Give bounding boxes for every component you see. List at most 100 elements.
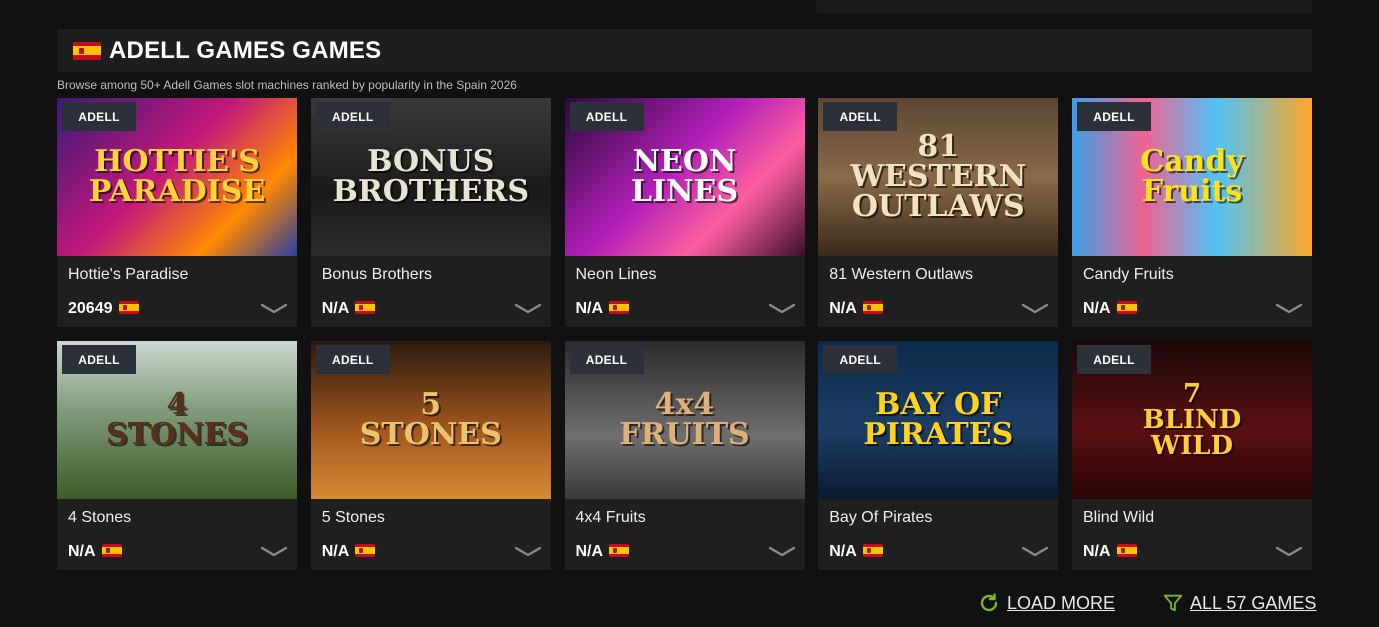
spain-flag-icon [101, 544, 122, 557]
game-thumbnail-art: 4x4 FRUITS [619, 387, 750, 452]
game-card[interactable]: BAY OF PIRATES ADELL Bay Of Pirates N/A [818, 341, 1059, 570]
game-score: N/A [829, 543, 883, 561]
provider-badge: ADELL [1077, 345, 1151, 374]
provider-badge: ADELL [823, 345, 898, 374]
game-thumbnail[interactable]: NEON LINES ADELL [564, 98, 805, 256]
game-card[interactable]: Candy Fruits ADELL Candy Fruits N/A [1072, 98, 1312, 327]
game-card[interactable]: 7 BLIND WILD ADELL Blind Wild N/A [1072, 341, 1312, 570]
game-score: N/A [322, 300, 376, 318]
game-thumbnail-art: 7 BLIND WILD [1142, 379, 1242, 461]
game-score: N/A [1083, 300, 1137, 318]
game-thumbnail-art: BONUS BROTHERS [332, 144, 530, 209]
game-name[interactable]: 4 Stones [68, 509, 131, 527]
spain-flag-icon [1116, 544, 1137, 557]
chevron-down-icon[interactable] [1276, 547, 1302, 557]
game-thumbnail[interactable]: 81 WESTERN OUTLAWS ADELL [818, 98, 1059, 256]
game-score-value: N/A [321, 543, 350, 560]
provider-badge: ADELL [1077, 102, 1151, 131]
game-name[interactable]: Neon Lines [576, 266, 657, 284]
chevron-down-icon[interactable] [1022, 304, 1049, 314]
top-panel-edge [816, 0, 1312, 14]
game-card[interactable]: BONUS BROTHERS ADELL Bonus Brothers N/A [310, 98, 551, 327]
spain-flag-icon [1116, 301, 1137, 314]
game-card[interactable]: 5 STONES ADELL 5 Stones N/A [310, 341, 551, 570]
all-games-label: ALL 57 GAMES [1190, 592, 1317, 613]
game-name[interactable]: Bay Of Pirates [829, 509, 932, 527]
game-score: N/A [829, 300, 883, 318]
load-more-link[interactable]: LOAD MORE [977, 591, 1115, 615]
filter-icon [1163, 594, 1183, 612]
spain-flag-icon [862, 544, 883, 557]
game-card[interactable]: 4 STONES ADELL 4 Stones N/A [57, 341, 297, 570]
chevron-down-icon[interactable] [768, 547, 795, 557]
game-score-value: N/A [829, 300, 857, 317]
chevron-down-icon[interactable] [261, 547, 287, 557]
chevron-down-icon[interactable] [1022, 547, 1049, 557]
game-thumbnail[interactable]: 5 STONES ADELL [310, 341, 551, 499]
all-games-link[interactable]: ALL 57 GAMES [1162, 592, 1316, 614]
game-score: N/A [576, 300, 630, 318]
game-thumbnail[interactable]: BAY OF PIRATES ADELL [818, 341, 1059, 499]
game-card[interactable]: 81 WESTERN OUTLAWS ADELL 81 Western Outl… [818, 98, 1059, 327]
provider-badge: ADELL [569, 345, 644, 374]
spain-flag-icon [73, 41, 101, 60]
game-score-value: N/A [1083, 543, 1111, 560]
game-name[interactable]: Blind Wild [1083, 509, 1154, 527]
game-score: N/A [1083, 543, 1137, 561]
game-score: 20649 [68, 300, 139, 318]
spain-flag-icon [355, 544, 376, 557]
game-score-value: N/A [1083, 300, 1111, 317]
load-more-label: LOAD MORE [1007, 592, 1116, 613]
chevron-down-icon[interactable] [1276, 304, 1302, 314]
game-score: N/A [322, 543, 376, 561]
game-thumbnail-art: NEON LINES [630, 144, 739, 209]
game-card[interactable]: 4x4 FRUITS ADELL 4x4 Fruits N/A [564, 341, 805, 570]
game-thumbnail-art: 4 STONES [105, 387, 249, 452]
section-title: ADELL GAMES GAMES [109, 36, 382, 64]
game-thumbnail-art: 81 WESTERN OUTLAWS [850, 129, 1027, 224]
game-thumbnail-art: Candy Fruits [1140, 144, 1244, 209]
game-card[interactable]: HOTTIE'S PARADISE ADELL Hottie's Paradis… [57, 98, 297, 327]
game-thumbnail[interactable]: Candy Fruits ADELL [1072, 98, 1312, 256]
provider-badge: ADELL [62, 345, 136, 374]
game-name[interactable]: 4x4 Fruits [576, 509, 646, 527]
game-thumbnail[interactable]: 4x4 FRUITS ADELL [564, 341, 805, 499]
spain-flag-icon [862, 301, 883, 314]
games-grid: HOTTIE'S PARADISE ADELL Hottie's Paradis… [57, 98, 1312, 570]
game-score: N/A [576, 543, 630, 561]
game-score-value: N/A [321, 300, 350, 317]
provider-badge: ADELL [315, 102, 390, 131]
game-thumbnail-art: BAY OF PIRATES [863, 387, 1014, 452]
game-thumbnail[interactable]: BONUS BROTHERS ADELL [310, 98, 551, 256]
game-name[interactable]: 81 Western Outlaws [829, 266, 973, 284]
provider-badge: ADELL [569, 102, 644, 131]
game-thumbnail[interactable]: HOTTIE'S PARADISE ADELL [57, 98, 297, 256]
section-subtitle: Browse among 50+ Adell Games slot machin… [57, 78, 517, 92]
chevron-down-icon[interactable] [514, 304, 541, 314]
game-thumbnail[interactable]: 7 BLIND WILD ADELL [1072, 341, 1312, 499]
spain-flag-icon [609, 544, 630, 557]
game-score-value: N/A [68, 543, 96, 560]
chevron-down-icon[interactable] [261, 304, 287, 314]
game-name[interactable]: 5 Stones [322, 509, 385, 527]
game-score-value: 20649 [68, 300, 113, 317]
provider-badge: ADELL [315, 345, 390, 374]
spain-flag-icon [609, 301, 630, 314]
game-name[interactable]: Hottie's Paradise [68, 266, 188, 284]
provider-badge: ADELL [823, 102, 898, 131]
refresh-icon [980, 593, 998, 612]
provider-badge: ADELL [62, 102, 136, 131]
spain-flag-icon [118, 301, 139, 314]
chevron-down-icon[interactable] [514, 547, 541, 557]
footer-actions: LOAD MORE ALL 57 GAMES [977, 591, 1316, 615]
game-thumbnail[interactable]: 4 STONES ADELL [57, 341, 297, 499]
chevron-down-icon[interactable] [768, 304, 795, 314]
game-score-value: N/A [829, 543, 857, 560]
game-card[interactable]: NEON LINES ADELL Neon Lines N/A [564, 98, 805, 327]
spain-flag-icon [355, 301, 376, 314]
game-score-value: N/A [575, 543, 604, 560]
game-name[interactable]: Candy Fruits [1083, 266, 1174, 284]
section-header: ADELL GAMES GAMES [57, 29, 1312, 72]
game-score-value: N/A [575, 300, 604, 317]
game-name[interactable]: Bonus Brothers [322, 266, 432, 284]
